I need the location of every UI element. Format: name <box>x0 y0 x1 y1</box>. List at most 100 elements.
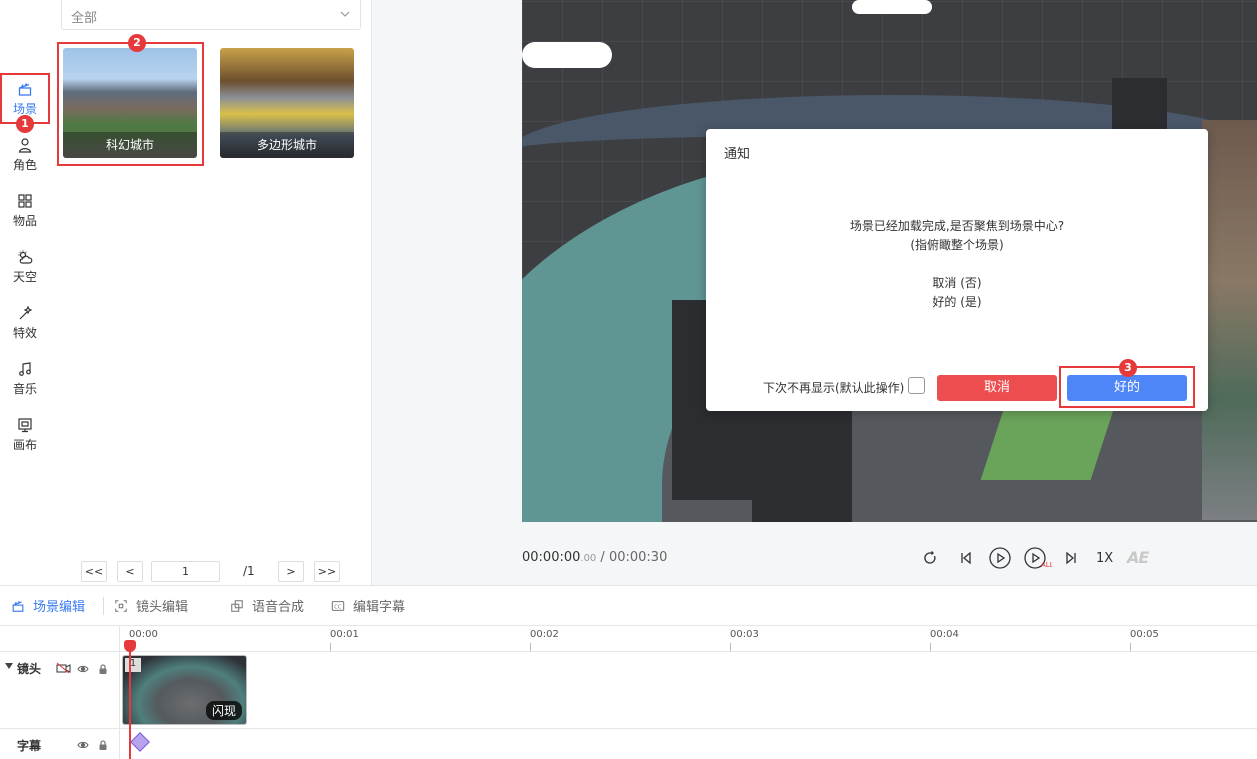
page-number-input[interactable]: 1 <box>151 561 220 582</box>
tab-label: 语音合成 <box>252 600 305 615</box>
loop-icon <box>924 551 936 564</box>
track-divider <box>0 728 1257 729</box>
ruler-tick-label: 00:02 <box>530 629 559 640</box>
dont-show-again-label: 下次不再显示(默认此操作) <box>763 381 905 395</box>
music-note-icon <box>19 362 31 376</box>
collapse-triangle-icon[interactable] <box>5 662 13 670</box>
chevron-down-icon <box>340 11 350 17</box>
editor-tabs: 场景编辑 镜头编辑 语音合成 CC 编辑字幕 <box>0 585 1257 626</box>
nav-item-items[interactable]: 物品 <box>0 186 50 236</box>
nav-label-effects: 特效 <box>12 326 37 340</box>
dialog-line-hint: (指俯瞰整个场景) <box>910 238 1004 252</box>
step-back-button[interactable] <box>956 547 976 569</box>
eye-icon[interactable] <box>77 739 89 751</box>
subtitle-add-marker[interactable] <box>130 732 150 752</box>
ruler-bottom-border <box>0 651 1257 652</box>
clapperboard-icon <box>18 82 32 96</box>
lock-icon[interactable] <box>97 739 109 751</box>
dialog-line-ok-meaning: 好的 (是) <box>932 295 982 309</box>
scene-cloud <box>522 42 612 68</box>
playhead-line <box>129 642 131 759</box>
focus-frame-icon <box>115 599 127 612</box>
dialog-line-question: 场景已经加载完成,是否聚焦到场景中心? <box>849 219 1065 233</box>
scene-cloud <box>852 0 932 14</box>
ruler-major-tick <box>530 643 531 651</box>
playhead-handle[interactable] <box>124 640 136 652</box>
ruler-tick-label: 00:05 <box>1130 629 1159 640</box>
dialog-cancel-button[interactable]: 取消 <box>937 375 1057 401</box>
closed-caption-icon: CC <box>331 600 345 611</box>
dialog-message: 场景已经加载完成,是否聚焦到场景中心? (指俯瞰整个场景) 取消 (否) 好的 … <box>706 217 1208 312</box>
category-filter-select[interactable]: 全部 <box>61 0 361 30</box>
nav-label-canvas: 画布 <box>12 438 37 452</box>
canvas-icon <box>18 418 32 433</box>
nav-item-canvas[interactable]: 画布 <box>0 410 50 460</box>
loop-button[interactable] <box>920 547 940 569</box>
track-label-camera: 镜头 <box>17 662 42 676</box>
ruler-tick-label: 00:00 <box>129 629 158 640</box>
scene-thumb-polygon-city[interactable]: 多边形城市 <box>220 48 354 158</box>
play-button[interactable] <box>988 547 1012 569</box>
playback-speed[interactable]: 1X <box>1096 551 1113 566</box>
tab-divider <box>103 597 104 615</box>
clip-index: 1 <box>125 658 141 672</box>
nav-item-effects[interactable]: 特效 <box>0 298 50 348</box>
track-label-subtitle: 字幕 <box>17 739 42 753</box>
prev-page-button[interactable]: < <box>117 561 143 582</box>
total-time: 00:00:30 <box>608 550 668 565</box>
nav-label-music: 音乐 <box>12 382 37 396</box>
play-all-icon: ALL <box>1024 547 1052 569</box>
tab-scene-edit[interactable]: 场景编辑 <box>11 596 85 615</box>
grid-icon <box>18 194 32 208</box>
tab-label: 镜头编辑 <box>136 600 189 615</box>
first-page-button[interactable]: << <box>81 561 107 582</box>
ae-export-icon[interactable]: AE <box>1127 548 1149 567</box>
nav-label-items: 物品 <box>12 214 37 228</box>
highlight-box-thumb <box>57 42 204 166</box>
nav-label-character: 角色 <box>12 158 37 172</box>
tab-edit-subtitles[interactable]: CC 编辑字幕 <box>331 596 405 615</box>
nav-label-sky: 天空 <box>12 270 37 284</box>
last-page-button[interactable]: >> <box>314 561 340 582</box>
pagination: << < 1 /1 > >> <box>50 561 372 582</box>
step-forward-button[interactable] <box>1062 547 1080 569</box>
ruler-major-tick <box>330 643 331 651</box>
ruler-major-tick <box>1130 643 1131 651</box>
eye-icon[interactable] <box>77 663 89 675</box>
dont-show-again-checkbox[interactable] <box>908 377 925 394</box>
next-page-button[interactable]: > <box>278 561 304 582</box>
tab-label: 场景编辑 <box>33 600 86 615</box>
camera-clip[interactable]: 1 闪现 <box>122 655 247 725</box>
app-root: 场景 1 角色 物品 天空 特效 音乐 画布 全部 科幻城市 多边形城市 2 <… <box>0 0 1257 759</box>
nav-item-sky[interactable]: 天空 <box>0 242 50 292</box>
play-circle-icon <box>989 547 1011 569</box>
timeline: 00:00 00:01 00:02 00:03 00:04 00:05 镜头 1… <box>0 626 1257 759</box>
ruler-tick-label: 00:04 <box>930 629 959 640</box>
step-badge-3: 3 <box>1119 359 1137 377</box>
current-time: 00:00:00 <box>522 550 581 565</box>
camera-off-icon[interactable] <box>56 662 71 674</box>
dialog-line-cancel-meaning: 取消 (否) <box>932 276 982 290</box>
left-nav: 场景 1 角色 物品 天空 特效 音乐 画布 <box>0 0 50 585</box>
time-display: 00:00:00.00 / 00:00:30 <box>522 550 667 565</box>
step-badge-2: 2 <box>128 34 146 52</box>
nav-item-music[interactable]: 音乐 <box>0 354 50 404</box>
tab-camera-edit[interactable]: 镜头编辑 <box>114 596 188 615</box>
scene-city-edge <box>1202 120 1257 520</box>
nav-item-character[interactable]: 角色 <box>0 130 50 180</box>
magic-wand-icon <box>19 305 33 320</box>
page-total: /1 <box>243 564 255 578</box>
time-separator: / <box>596 550 609 565</box>
skip-back-icon <box>961 551 971 565</box>
tab-voice-synthesis[interactable]: 语音合成 <box>230 596 304 615</box>
asset-panel: 全部 科幻城市 多边形城市 2 << < 1 /1 > >> <box>50 0 372 585</box>
lock-icon[interactable] <box>97 663 109 675</box>
ruler-major-tick <box>930 643 931 651</box>
dialog-title: 通知 <box>724 147 751 162</box>
svg-text:ALL: ALL <box>1041 561 1052 569</box>
play-from-start-button[interactable]: ALL <box>1023 547 1053 569</box>
skip-forward-icon <box>1066 551 1076 565</box>
current-time-ms: .00 <box>580 553 597 564</box>
tab-label: 编辑字幕 <box>353 600 406 615</box>
clapperboard-icon <box>12 600 24 612</box>
